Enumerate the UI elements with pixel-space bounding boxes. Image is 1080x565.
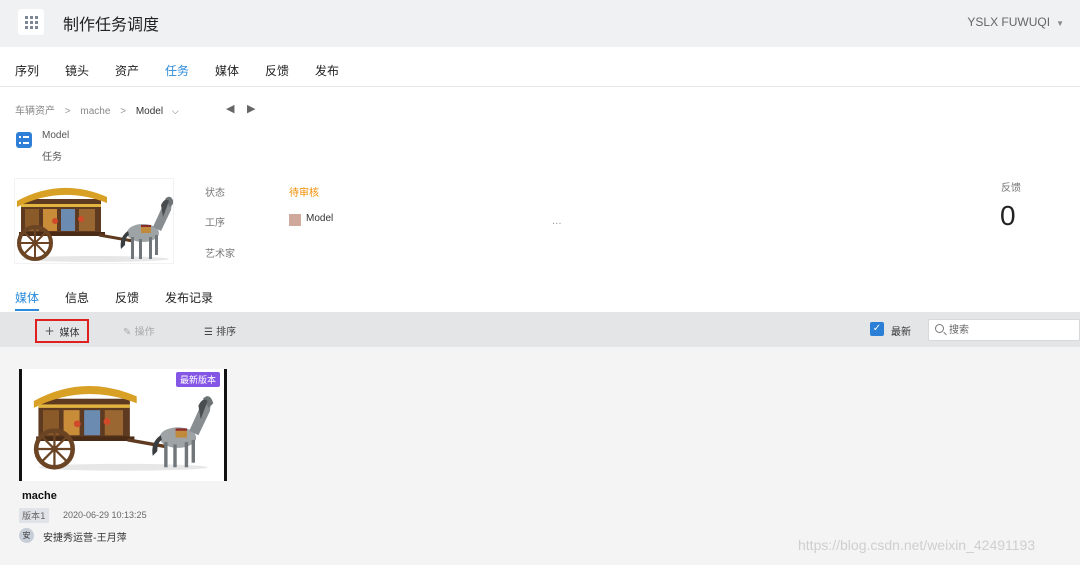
media-timestamp: 2020-06-29 10:13:25 bbox=[63, 510, 147, 520]
latest-label: 最新 bbox=[891, 327, 911, 338]
feedback-count: 0 bbox=[1000, 200, 1016, 231]
media-card-image[interactable]: 最新版本 bbox=[19, 369, 227, 481]
operate-button[interactable]: ✎ 操作 bbox=[123, 323, 155, 338]
add-media-label: 媒体 bbox=[59, 327, 80, 339]
step-label: 工序 bbox=[205, 218, 225, 229]
plus-icon: + bbox=[44, 324, 55, 338]
breadcrumb-current[interactable]: Model bbox=[136, 106, 163, 117]
task-thumbnail[interactable] bbox=[14, 178, 174, 264]
subtab-info[interactable]: 信息 bbox=[65, 289, 89, 306]
tab-shot[interactable]: 镜头 bbox=[65, 62, 89, 79]
app-title: 制作任务调度 bbox=[63, 15, 160, 34]
tab-task[interactable]: 任务 bbox=[165, 62, 189, 79]
breadcrumb-item[interactable]: mache bbox=[80, 106, 110, 117]
breadcrumb: 车辆资产 > mache > Model ⌵ bbox=[15, 102, 179, 117]
active-tab-indicator bbox=[15, 309, 39, 311]
media-toolbar: + 媒体 ✎ 操作 ☰ 排序 ✓ 最新 bbox=[0, 312, 1080, 347]
feedback-label: 反馈 bbox=[1001, 183, 1021, 194]
pencil-icon: ✎ bbox=[123, 327, 132, 338]
latest-checkbox[interactable]: ✓ bbox=[870, 322, 884, 336]
breadcrumb-item[interactable]: 车辆资产 bbox=[15, 106, 55, 117]
status-label: 状态 bbox=[205, 188, 225, 199]
tab-media[interactable]: 媒体 bbox=[215, 62, 239, 79]
status-value[interactable]: 待审核 bbox=[289, 184, 319, 199]
grid-menu-icon bbox=[24, 15, 38, 29]
carriage-image bbox=[15, 185, 173, 263]
user-name: YSLX FUWUQI bbox=[967, 15, 1051, 29]
version-badge: 版本1 bbox=[19, 508, 49, 523]
main-nav-tabs: 序列 镜头 资产 任务 媒体 反馈 发布 bbox=[0, 47, 1080, 87]
tab-asset[interactable]: 资产 bbox=[115, 62, 139, 79]
subtab-feedback[interactable]: 反馈 bbox=[115, 289, 139, 306]
search-icon bbox=[935, 324, 944, 333]
step-value[interactable]: Model bbox=[306, 213, 333, 224]
caret-down-icon: ▼ bbox=[1056, 19, 1064, 28]
chevron-down-icon[interactable]: ⌵ bbox=[172, 106, 179, 116]
watermark: https://blog.csdn.net/weixin_42491193 bbox=[798, 537, 1036, 553]
task-list-icon bbox=[16, 132, 32, 148]
search-input[interactable] bbox=[949, 322, 1074, 338]
author-name: 安捷秀运营-王月萍 bbox=[43, 533, 127, 544]
more-ellipsis[interactable]: ... bbox=[552, 216, 562, 227]
breadcrumb-separator: > bbox=[120, 106, 127, 117]
back-arrow-icon[interactable]: ◀ bbox=[226, 102, 234, 115]
artist-label: 艺术家 bbox=[205, 249, 235, 260]
entity-name: Model bbox=[42, 130, 70, 141]
forward-arrow-icon[interactable]: ▶ bbox=[247, 102, 255, 115]
add-media-button[interactable]: + 媒体 bbox=[35, 319, 89, 343]
subtab-publish-history[interactable]: 发布记录 bbox=[165, 289, 213, 306]
sort-label: 排序 bbox=[216, 327, 237, 338]
media-name[interactable]: mache bbox=[22, 490, 57, 502]
entity-type: 任务 bbox=[42, 152, 62, 163]
search-box[interactable] bbox=[928, 319, 1080, 341]
app-menu-button[interactable] bbox=[18, 9, 44, 35]
tab-feedback[interactable]: 反馈 bbox=[265, 62, 289, 79]
breadcrumb-separator: > bbox=[64, 106, 71, 117]
user-menu[interactable]: YSLX FUWUQI ▼ bbox=[967, 15, 1064, 29]
top-bar: 制作任务调度 YSLX FUWUQI ▼ bbox=[0, 0, 1080, 47]
latest-version-badge: 最新版本 bbox=[175, 372, 220, 387]
sort-icon: ☰ bbox=[204, 327, 213, 338]
avatar: 安 bbox=[19, 528, 34, 543]
step-color-swatch bbox=[289, 214, 301, 226]
operate-label: 操作 bbox=[134, 327, 155, 338]
tab-publish[interactable]: 发布 bbox=[315, 62, 339, 79]
tab-sequence[interactable]: 序列 bbox=[15, 62, 39, 79]
subtab-media[interactable]: 媒体 bbox=[15, 289, 39, 306]
sort-button[interactable]: ☰ 排序 bbox=[204, 323, 236, 338]
